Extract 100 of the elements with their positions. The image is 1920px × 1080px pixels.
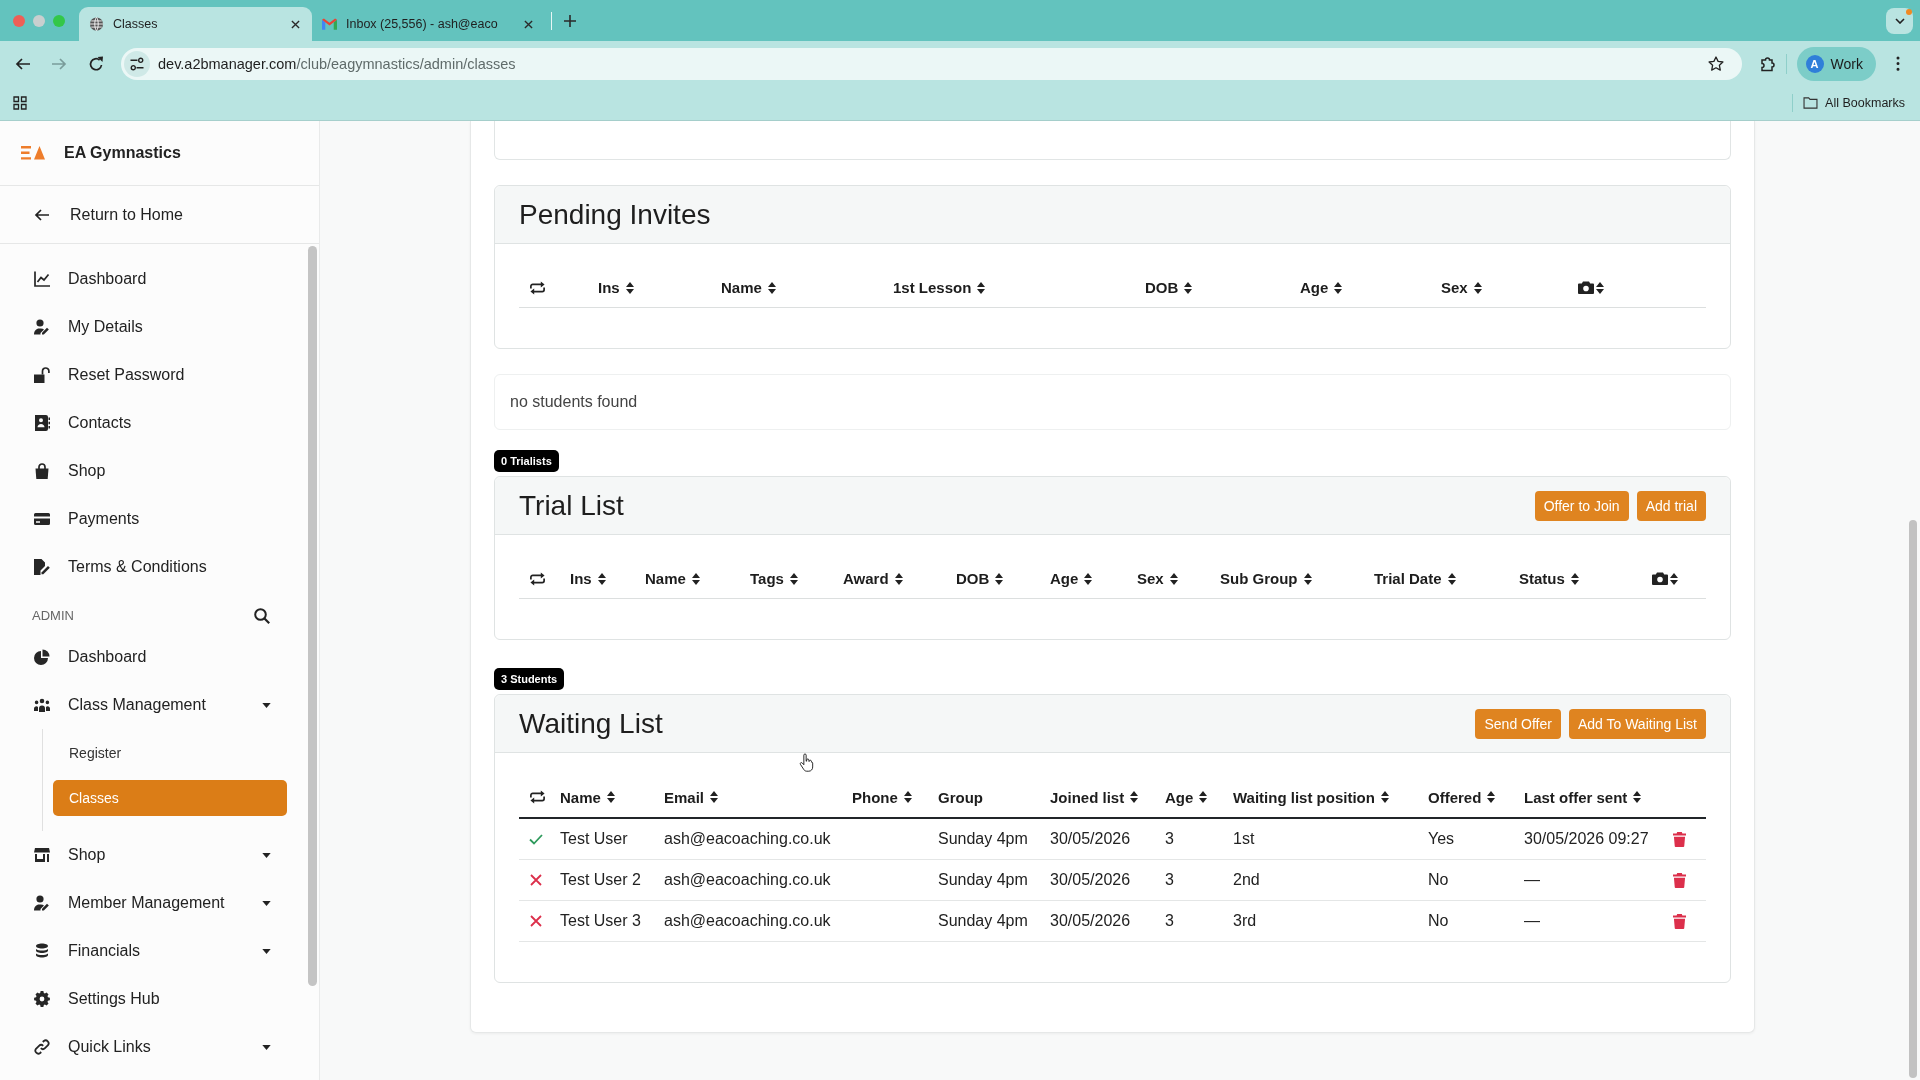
bookmarks-button[interactable]: All Bookmarks [1803,96,1905,110]
column-header[interactable]: Name [721,279,776,296]
return-home-link[interactable]: Return to Home [0,186,319,244]
refresh-icon[interactable] [529,790,546,804]
site-settings-icon[interactable] [124,50,150,77]
nav-item[interactable]: Reset Password [0,351,305,399]
column-header[interactable]: Age [1050,570,1093,587]
column-header[interactable]: Waiting list position [1233,788,1389,806]
photo-column-header[interactable] [1652,572,1678,585]
column-header[interactable]: Name [645,570,700,587]
globe-icon [89,17,104,31]
count-badge: 0 Trialists [494,450,559,472]
column-header[interactable]: Status [1519,570,1579,587]
table-cell: ash@eacoaching.co.uk [664,830,831,848]
notification-dot-icon [1906,8,1912,15]
table-cell: 3 [1165,830,1174,848]
table-cell: — [1524,871,1540,889]
nav-item[interactable]: My Details [0,303,305,351]
reload-icon[interactable] [88,55,104,72]
nav-item[interactable]: Member Management [0,879,305,927]
table-cell: Test User 3 [560,912,641,930]
card-title: Waiting List [519,707,663,740]
column-header[interactable]: Offered [1428,788,1496,806]
address-bar[interactable]: dev.a2bmanager.com/club/eagymnastics/admin/classes [121,47,1742,80]
table-cell: 3 [1165,871,1174,889]
puzzle-icon[interactable] [1759,55,1776,72]
nav-item[interactable]: Class Management [0,681,305,729]
refresh-icon[interactable] [529,571,546,586]
nav-item[interactable]: Terms & Conditions [0,543,305,591]
table-cell: Test User [560,830,628,848]
url-text: dev.a2bmanager.com/club/eagymnastics/admin/classes [158,55,516,72]
table-cell: ash@eacoaching.co.uk [664,871,831,889]
bookmark-star-icon[interactable] [1707,55,1724,72]
scrollbar[interactable] [1909,520,1917,1078]
column-header[interactable]: Phone [852,788,912,806]
nav-item[interactable]: Shop [0,447,305,495]
search-icon[interactable] [254,607,270,624]
user-pen-icon [34,895,50,911]
table-cell: 30/05/2026 [1050,912,1131,930]
sort-icon [1670,572,1678,585]
nav-item[interactable]: Quick Links [0,1023,305,1071]
column-header[interactable]: Trial Date [1374,570,1456,587]
nav-item[interactable]: Shop [0,831,305,879]
table-cell: 30/05/2026 [1050,830,1131,848]
table-cell: No [1428,871,1449,889]
address-book-icon [34,415,50,431]
card-title: Trial List [519,489,624,522]
table-cell: 30/05/2026 [1050,871,1131,889]
column-header[interactable]: Age [1300,279,1343,296]
column-header[interactable]: Ins [570,570,606,587]
unlock-icon [34,367,50,383]
column-header[interactable]: Sex [1137,570,1178,587]
column-header[interactable]: Sub Group [1220,570,1312,587]
column-header[interactable]: Sex [1441,279,1482,296]
nav-item[interactable]: Payments [0,495,305,543]
column-header[interactable]: Age [1165,788,1208,806]
shopping-bag-icon [34,463,50,479]
nav-item[interactable]: Dashboard [0,633,305,681]
table-cell: Test User 2 [560,871,641,889]
close-icon[interactable] [291,19,300,29]
column-header[interactable]: Tags [750,570,798,587]
column-header[interactable]: Last offer sent [1524,788,1642,806]
browser-tab[interactable]: Inbox (25,556) - ash@eaco [312,7,545,41]
browser-tab[interactable]: Classes [79,7,312,41]
trash-icon[interactable] [1673,872,1686,888]
card-title: Pending Invites [519,198,711,231]
empty-message: no students found [510,393,638,411]
apps-grid-icon[interactable] [13,96,27,110]
link-icon [34,1039,50,1055]
brand-name: EA Gymnastics [64,144,181,162]
submenu-item[interactable]: Register [53,735,138,771]
tab-list-button[interactable] [1886,7,1913,34]
column-header[interactable]: DOB [1145,279,1193,296]
new-tab-icon[interactable] [564,14,576,27]
nav-item[interactable]: Contacts [0,399,305,447]
profile-avatar: A [1805,54,1824,73]
trash-icon[interactable] [1673,913,1686,929]
kebab-menu-icon[interactable] [1896,56,1900,71]
column-header[interactable]: DOB [956,570,1004,587]
close-icon[interactable] [524,19,533,29]
column-header[interactable]: Joined list [1050,788,1139,806]
nav-item[interactable]: Dashboard [0,255,305,303]
trash-icon[interactable] [1673,831,1686,847]
back-icon[interactable] [15,55,31,72]
column-header[interactable]: Award [843,570,903,587]
nav-item[interactable]: Financials [0,927,305,975]
profile-button[interactable]: A Work [1796,46,1876,81]
section-heading: ADMIN [32,608,74,623]
chevron-down-icon [1894,17,1905,24]
column-header[interactable]: Name [560,788,615,806]
column-header[interactable]: 1st Lesson [893,279,986,296]
photo-column-header[interactable] [1578,281,1604,294]
column-header[interactable]: Email [664,788,719,806]
pie-chart-icon [34,649,50,665]
column-header[interactable]: Group [938,788,983,806]
nav-item[interactable]: Settings Hub [0,975,305,1023]
scrollbar[interactable] [308,246,317,986]
refresh-icon[interactable] [529,280,546,295]
table-cell: Yes [1428,830,1455,848]
column-header[interactable]: Ins [598,279,634,296]
